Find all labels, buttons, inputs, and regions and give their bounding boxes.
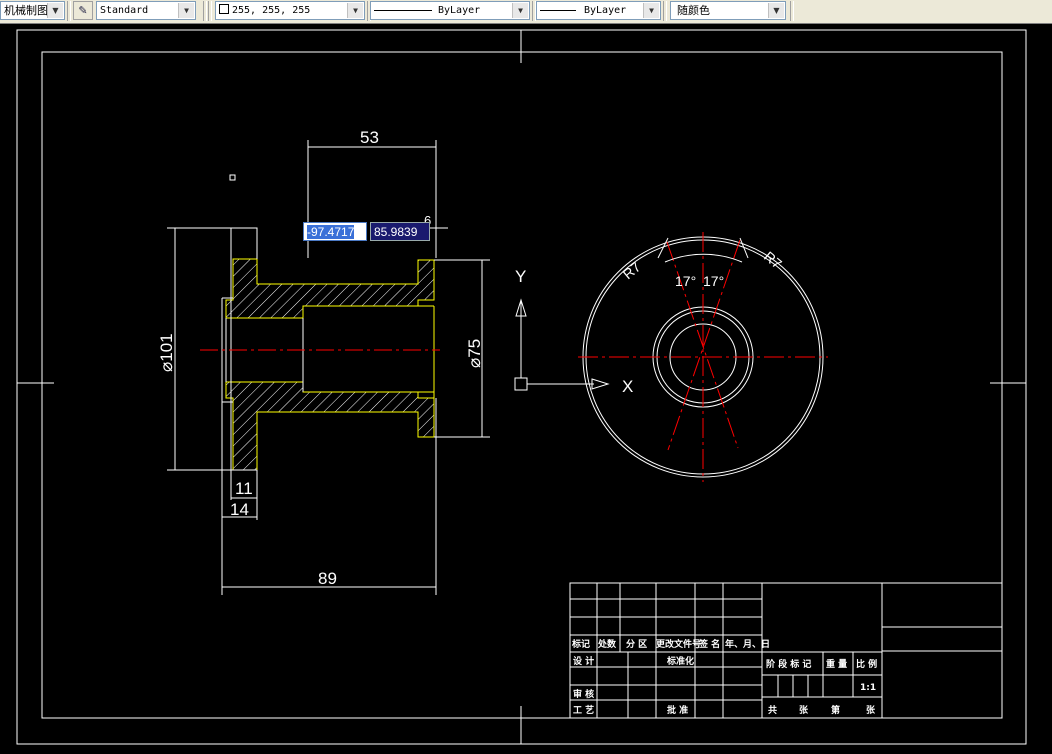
lineweight-combo[interactable]: ByLayer ▼ — [536, 1, 661, 20]
pickbox-square — [229, 174, 236, 181]
toolbar-separator — [663, 1, 667, 21]
tb-sheet: 张 — [866, 704, 876, 716]
upper-hatch — [225, 258, 435, 319]
chevron-down-icon[interactable]: ▼ — [47, 3, 63, 18]
dynamic-input-y[interactable]: 85.9839 — [370, 222, 430, 241]
chevron-down-icon[interactable]: ▼ — [178, 3, 194, 18]
color-value: 255, 255, 255 — [232, 5, 311, 16]
linetype-value: ByLayer — [438, 5, 481, 16]
dim-89: 89 — [318, 569, 337, 588]
dimension-lines — [167, 140, 490, 595]
tb-standardize: 标准化 — [666, 655, 694, 667]
angle-right: 17° — [703, 273, 724, 289]
dynamic-input-x-value: -97.4717 — [307, 225, 355, 239]
tb-total: 共 — [768, 704, 777, 716]
chevron-down-icon[interactable]: ▼ — [768, 3, 784, 18]
outer-frame — [16, 29, 1027, 745]
tb-change-doc: 更改文件号 — [656, 638, 701, 650]
ucs-y-label: Y — [515, 267, 526, 286]
text-style-value: Standard — [100, 5, 149, 16]
lineweight-sample-icon — [540, 9, 576, 11]
tb-zone: 分 区 — [626, 638, 647, 650]
chevron-down-icon[interactable]: ▼ — [643, 3, 659, 18]
inner-frame — [41, 51, 1003, 719]
tb-scale-label: 比 例 — [856, 658, 877, 670]
text-style-icon[interactable]: ✎ — [73, 1, 93, 20]
tb-scale-value: 1:1 — [860, 683, 876, 693]
tb-count: 处数 — [597, 638, 617, 650]
tb-design: 设 计 — [573, 655, 594, 667]
dim-diameter-75: ⌀75 — [465, 339, 484, 368]
angle-left: 17° — [675, 273, 696, 289]
lineweight-value: ByLayer — [584, 5, 627, 16]
dim-diameter-101: ⌀101 — [157, 333, 176, 372]
tb-process: 工 艺 — [573, 704, 594, 716]
title-block: 标记 处数 分 区 更改文件号 签 名 年、月、日 设 计 标准化 审 核 工 … — [569, 582, 1003, 719]
tb-sheets: 张 — [799, 704, 809, 716]
chevron-down-icon[interactable]: ▼ — [512, 3, 528, 18]
tb-stage-mark: 阶 段 标 记 — [766, 658, 811, 670]
section-view: 53 6 ⌀101 ⌀75 11 14 89 — [157, 128, 490, 595]
dynamic-input-y-value: 85.9839 — [374, 225, 418, 239]
toolbar-separator — [67, 1, 71, 21]
tb-mark: 标记 — [571, 638, 590, 650]
dynamic-input-x[interactable]: -97.4717 — [303, 222, 367, 241]
text-style-combo[interactable]: Standard ▼ — [96, 1, 196, 20]
radius-left: R7 — [620, 258, 644, 282]
dim-11: 11 — [235, 479, 253, 498]
dim-style-combo[interactable]: 机械制图样 ▼ — [0, 1, 65, 20]
ucs-icon: Y X — [514, 267, 633, 396]
tb-date: 年、月、日 — [725, 638, 770, 650]
color-swatch-icon — [219, 4, 229, 14]
linetype-combo[interactable]: ByLayer ▼ — [370, 1, 530, 20]
dim-14: 14 — [230, 500, 249, 519]
dim-53: 53 — [360, 128, 379, 147]
toolbar-separator — [790, 1, 794, 21]
tb-weight: 重 量 — [826, 658, 847, 670]
tb-approve: 批 准 — [667, 704, 688, 716]
chevron-down-icon[interactable]: ▼ — [347, 3, 363, 18]
toolbar-separator — [208, 1, 212, 21]
color-combo[interactable]: 255, 255, 255 ▼ — [215, 1, 365, 20]
tb-no: 第 — [831, 704, 840, 716]
side-view: 17° 17° R7 R7 — [578, 232, 828, 482]
radius-right: R7 — [761, 248, 785, 272]
tb-review: 审 核 — [573, 688, 594, 700]
plot-style-value: 随颜色 — [677, 4, 710, 17]
ucs-x-label: X — [622, 377, 633, 396]
centering-marks — [17, 30, 1026, 744]
toolbar-separator — [203, 1, 207, 21]
lower-hatch — [225, 381, 435, 471]
tb-sign: 签 名 — [698, 638, 720, 650]
plot-style-combo[interactable]: 随颜色 ▼ — [670, 1, 786, 20]
linetype-sample-icon — [374, 9, 432, 11]
drawing-canvas[interactable]: 53 6 ⌀101 ⌀75 11 14 89 Y X 17° 17° R7 R7… — [0, 24, 1052, 754]
properties-toolbar: 机械制图样 ▼ ✎ Standard ▼ 255, 255, 255 ▼ ByL… — [0, 0, 1052, 24]
